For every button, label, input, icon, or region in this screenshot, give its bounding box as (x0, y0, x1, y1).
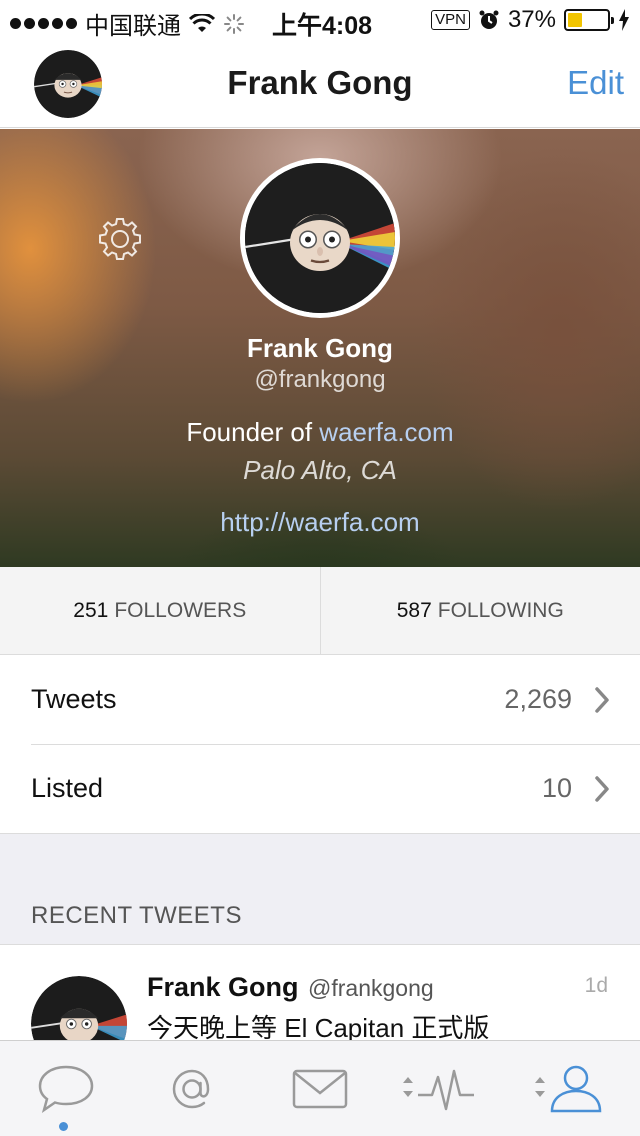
following-count: 587 (396, 598, 432, 622)
listed-label: Listed (31, 773, 104, 803)
charging-bolt-icon (619, 9, 629, 31)
gear-icon[interactable] (96, 215, 144, 263)
carrier-name: 中国联通 (85, 13, 181, 40)
profile-handle: @frankgong (254, 366, 386, 393)
section-title: RECENT TWEETS (31, 902, 242, 929)
activity-icon[interactable] (416, 1063, 476, 1115)
profile-icon[interactable] (546, 1063, 606, 1115)
sort-arrows-icon (403, 1077, 413, 1097)
followers-button[interactable]: 251 FOLLOWERS (0, 567, 320, 654)
tweet-timestamp: 1d (584, 974, 608, 997)
profile-name: Frank Gong (247, 333, 393, 363)
bio-link[interactable]: waerfa.com (319, 417, 453, 447)
status-right: VPN 37% (431, 6, 630, 34)
chevron-right-icon (595, 776, 609, 802)
tweet-avatar[interactable] (31, 976, 127, 1040)
at-mention-icon[interactable] (162, 1063, 222, 1115)
wifi-icon (189, 13, 215, 32)
recent-tweets-header: RECENT TWEETS (0, 834, 640, 945)
battery-level (568, 13, 583, 27)
tweet-cell[interactable]: Frank Gong @frankgong 1d 今天晚上等 El Capita… (0, 946, 640, 1040)
active-tab-indicator (59, 1122, 68, 1131)
clock: 上午4:08 (272, 12, 373, 40)
listed-row[interactable]: Listed 10 (0, 745, 640, 834)
tab-bar (0, 1040, 640, 1136)
chevron-right-icon (595, 687, 609, 713)
profile-url-link[interactable]: http://waerfa.com (0, 507, 640, 538)
sort-arrows-icon (535, 1077, 545, 1097)
loading-spinner-icon (224, 13, 244, 34)
battery-icon (564, 9, 614, 31)
alarm-clock-icon (479, 10, 499, 29)
status-bar: 中国联通 上午4:08 VPN 37% (0, 0, 640, 40)
tweet-avatar-image (31, 976, 127, 1040)
vpn-badge: VPN (431, 10, 470, 30)
following-button[interactable]: 587 FOLLOWING (319, 567, 640, 654)
follow-stats: 251 FOLLOWERS 587 FOLLOWING (0, 567, 640, 655)
followers-count: 251 (73, 598, 109, 622)
status-left: 中国联通 (10, 6, 245, 41)
tweet-author-name: Frank Gong (147, 972, 299, 1002)
tweets-row[interactable]: Tweets 2,269 (0, 656, 640, 745)
navigation-bar: Frank Gong Edit (0, 40, 640, 128)
tweet-author-handle: @frankgong (308, 975, 434, 1001)
envelope-icon[interactable] (290, 1063, 350, 1115)
profile-bio: Founder of waerfa.com (0, 417, 640, 448)
profile-photo[interactable] (240, 158, 400, 318)
tweet-text: 今天晚上等 El Capitan 正式版 (147, 1013, 490, 1040)
profile-photo-image (245, 163, 395, 313)
signal-strength-icon (10, 18, 77, 29)
edit-button[interactable]: Edit (567, 64, 624, 102)
page-title: Frank Gong (227, 64, 413, 101)
bio-text: Founder of (186, 417, 313, 447)
following-label: FOLLOWING (437, 598, 564, 622)
battery-percent: 37% (507, 6, 556, 33)
tweets-count: 2,269 (504, 684, 572, 714)
listed-count: 10 (541, 773, 572, 803)
chat-bubble-icon[interactable] (36, 1063, 96, 1115)
profile-location: Palo Alto, CA (243, 455, 397, 485)
followers-label: FOLLOWERS (114, 598, 247, 622)
profile-header: Frank Gong @frankgong Founder of waerfa.… (0, 129, 640, 567)
tweets-label: Tweets (31, 684, 117, 714)
